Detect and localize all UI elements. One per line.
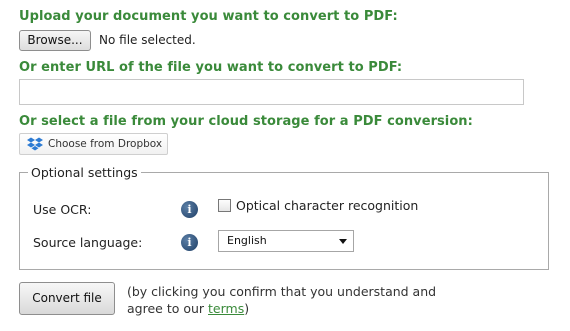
consent-text-end: ): [244, 301, 250, 316]
convert-file-button[interactable]: Convert file: [19, 282, 115, 315]
browse-button[interactable]: Browse...: [19, 30, 91, 51]
source-language-label: Source language:: [33, 235, 143, 250]
source-language-value: English: [227, 234, 267, 247]
file-status-text: No file selected.: [99, 33, 196, 47]
terms-link[interactable]: terms: [208, 301, 244, 316]
url-input[interactable]: [19, 79, 524, 105]
url-heading: Or enter URL of the file you want to con…: [19, 60, 403, 75]
upload-heading: Upload your document you want to convert…: [19, 9, 398, 24]
ocr-checkbox[interactable]: [218, 199, 231, 212]
consent-text: (by clicking you confirm that you unders…: [127, 283, 457, 317]
info-icon[interactable]: i: [181, 201, 198, 218]
dropbox-icon: [26, 137, 44, 151]
source-language-select[interactable]: English: [218, 230, 354, 252]
consent-text-body: (by clicking you confirm that you unders…: [127, 284, 437, 316]
dropbox-button-label: Choose from Dropbox: [48, 138, 163, 150]
dropbox-button[interactable]: Choose from Dropbox: [19, 133, 168, 155]
chevron-down-icon: [339, 239, 347, 244]
optional-settings-group: Optional settings: [19, 165, 549, 270]
ocr-checkbox-label[interactable]: Optical character recognition: [236, 198, 418, 213]
optional-settings-legend: Optional settings: [31, 165, 138, 180]
info-icon[interactable]: i: [181, 234, 198, 251]
cloud-heading: Or select a file from your cloud storage…: [19, 114, 473, 129]
ocr-label: Use OCR:: [33, 202, 92, 217]
